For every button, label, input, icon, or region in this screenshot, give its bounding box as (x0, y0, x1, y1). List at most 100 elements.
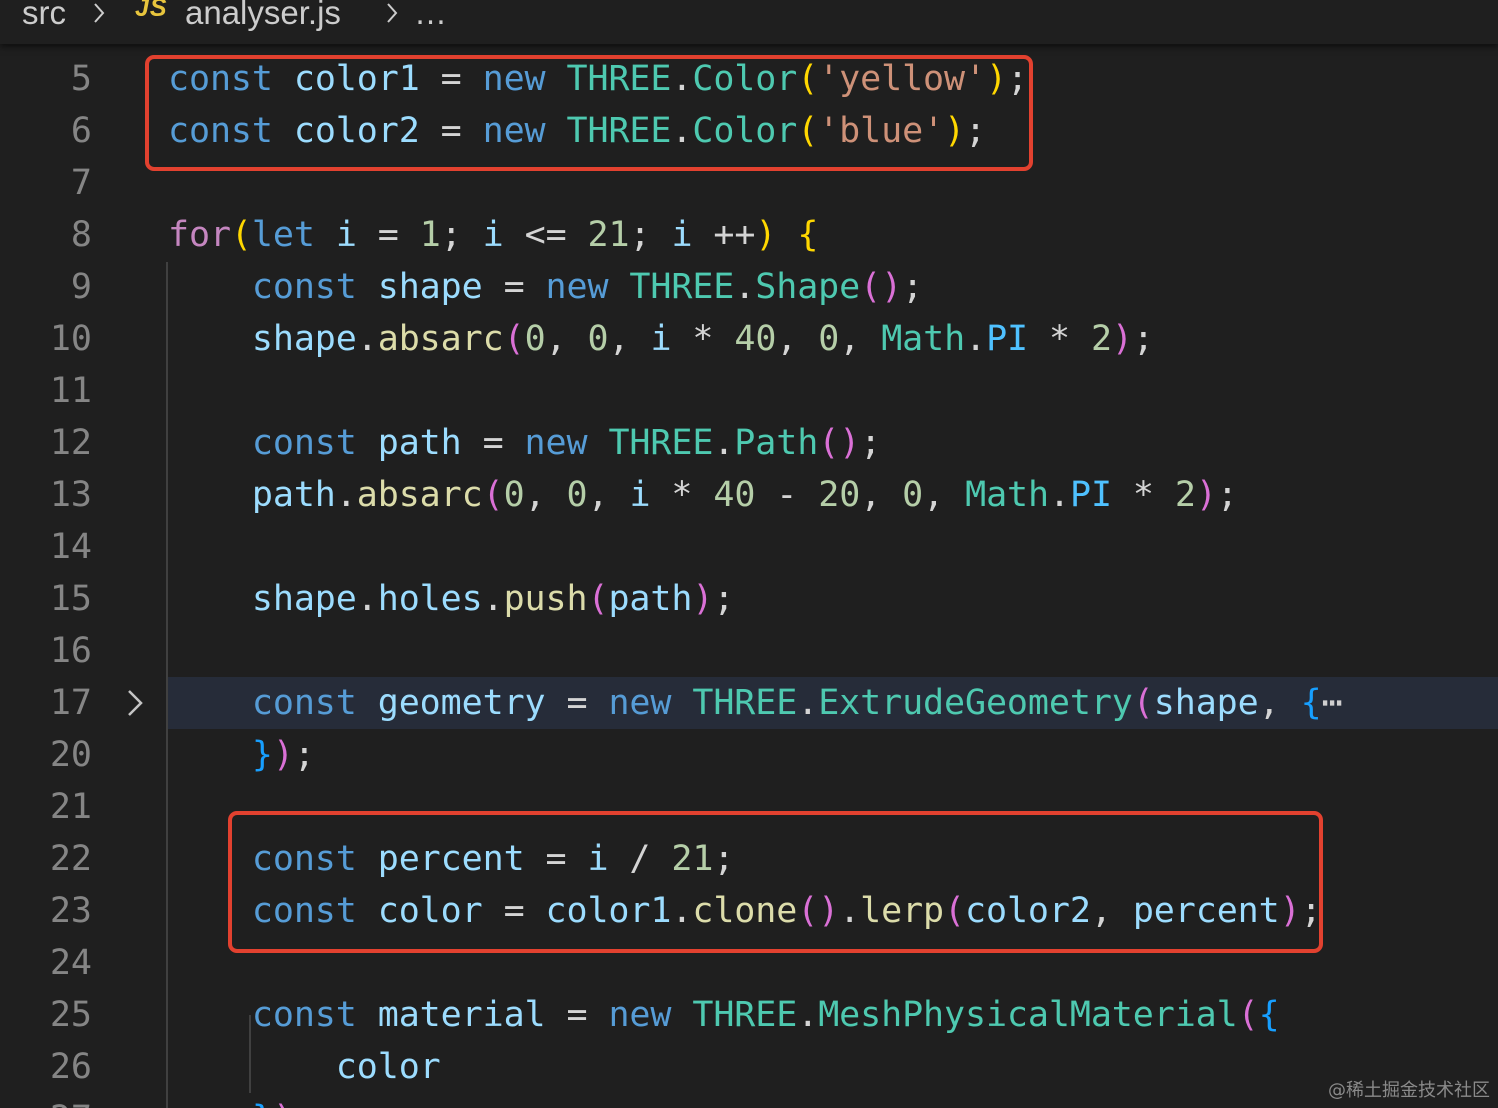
code-line[interactable]: 10 shape.absarc(0, 0, i * 40, 0, Math.PI… (0, 313, 1498, 365)
code-line[interactable]: 17 const geometry = new THREE.ExtrudeGeo… (0, 677, 1498, 729)
code-line[interactable]: 15 shape.holes.push(path); (0, 573, 1498, 625)
code-token: Math (881, 319, 966, 359)
code-token: . (797, 995, 819, 1035)
code-token: 0 (566, 475, 588, 515)
code-token: , (860, 475, 903, 515)
code-line[interactable]: 27 }) (0, 1093, 1498, 1108)
code-line[interactable]: 25 const material = new THREE.MeshPhysic… (0, 989, 1498, 1041)
code-token: THREE (608, 423, 714, 463)
line-number: 17 (49, 683, 92, 723)
code-token: Shape (755, 267, 861, 307)
code-token: i (671, 215, 693, 255)
code-token: THREE (629, 267, 735, 307)
breadcrumb-more[interactable]: … (414, 0, 447, 31)
line-number: 9 (70, 267, 92, 307)
code-token: . (734, 267, 756, 307)
breadcrumb-folder[interactable]: src (22, 0, 66, 31)
breadcrumb-file[interactable]: analyser.js (185, 0, 341, 31)
code-text[interactable]: const shape = new THREE.Shape(); (168, 261, 923, 313)
line-number: 23 (49, 891, 92, 931)
code-text[interactable]: for(let i = 1; i <= 21; i ++) { (168, 209, 818, 261)
js-file-icon: JS (135, 0, 168, 22)
watermark: @稀土掘金技术社区 (1328, 1080, 1490, 1101)
line-number: 12 (49, 423, 92, 463)
fold-chevron-icon[interactable] (124, 688, 146, 718)
code-token: 20 (818, 475, 861, 515)
code-token: color (335, 1047, 441, 1087)
code-token: ( (230, 215, 252, 255)
code-token: * (1111, 475, 1175, 515)
code-token: let (251, 215, 315, 255)
line-number: 20 (49, 735, 92, 775)
line-number: 22 (49, 839, 92, 879)
code-line[interactable]: 8 for(let i = 1; i <= 21; i ++) { (0, 209, 1498, 261)
code-line[interactable]: 11 (0, 365, 1498, 417)
code-token: 0 (503, 475, 525, 515)
code-text[interactable]: }); (168, 729, 315, 781)
code-line[interactable]: 20 }); (0, 729, 1498, 781)
code-token: const (251, 423, 357, 463)
code-token: push (503, 579, 588, 619)
code-token: } (252, 1099, 273, 1108)
code-token: ( (587, 579, 609, 619)
code-token: new (608, 995, 672, 1035)
line-number: 7 (70, 163, 92, 203)
code-text[interactable]: const geometry = new THREE.ExtrudeGeomet… (168, 677, 1343, 729)
code-token: Path (734, 423, 819, 463)
code-token: , (923, 475, 966, 515)
code-text[interactable]: const path = new THREE.Path(); (168, 417, 881, 469)
code-token: , (545, 319, 588, 359)
code-token: . (356, 579, 378, 619)
code-token: 1 (419, 215, 441, 255)
code-text[interactable]: path.absarc(0, 0, i * 40 - 20, 0, Math.P… (168, 469, 1238, 521)
line-number: 14 (49, 527, 92, 567)
code-token: ; (440, 215, 483, 255)
code-token: shape (251, 319, 357, 359)
line-number: 6 (70, 111, 92, 151)
code-token: 0 (902, 475, 924, 515)
code-text[interactable]: shape.holes.push(path); (168, 573, 735, 625)
code-token: absarc (356, 475, 483, 515)
code-text[interactable]: color (168, 1041, 441, 1093)
code-token: - (755, 475, 819, 515)
chevron-right-icon (94, 3, 105, 23)
code-token: shape (251, 579, 357, 619)
code-line[interactable]: 26 color (0, 1041, 1498, 1093)
code-token: ; (902, 267, 924, 307)
code-line[interactable]: 16 (0, 625, 1498, 677)
code-token: = (482, 267, 546, 307)
code-token: , (776, 319, 819, 359)
code-line[interactable]: 14 (0, 521, 1498, 573)
code-text[interactable]: const material = new THREE.MeshPhysicalM… (168, 989, 1280, 1041)
code-token: ; (1132, 319, 1154, 359)
code-token: material (377, 995, 546, 1035)
line-number: 26 (49, 1047, 92, 1087)
code-token: { (1258, 995, 1280, 1035)
code-token: () (860, 267, 903, 307)
code-token: PI (1069, 475, 1112, 515)
line-number: 5 (70, 59, 92, 99)
code-line[interactable]: 13 path.absarc(0, 0, i * 40 - 20, 0, Mat… (0, 469, 1498, 521)
code-token: ( (503, 319, 525, 359)
code-token: * (1028, 319, 1091, 359)
code-token: . (965, 319, 987, 359)
code-text[interactable]: shape.absarc(0, 0, i * 40, 0, Math.PI * … (168, 313, 1154, 365)
code-token: * (650, 475, 714, 515)
code-line[interactable]: 12 const path = new THREE.Path(); (0, 417, 1498, 469)
code-line[interactable]: 9 const shape = new THREE.Shape(); (0, 261, 1498, 313)
line-number: 21 (49, 787, 92, 827)
code-token: . (335, 475, 357, 515)
code-token: i (482, 215, 504, 255)
code-token: 2 (1174, 475, 1196, 515)
code-token: ) (692, 579, 714, 619)
code-token: { (1300, 683, 1322, 723)
code-text[interactable]: }) (168, 1093, 294, 1108)
